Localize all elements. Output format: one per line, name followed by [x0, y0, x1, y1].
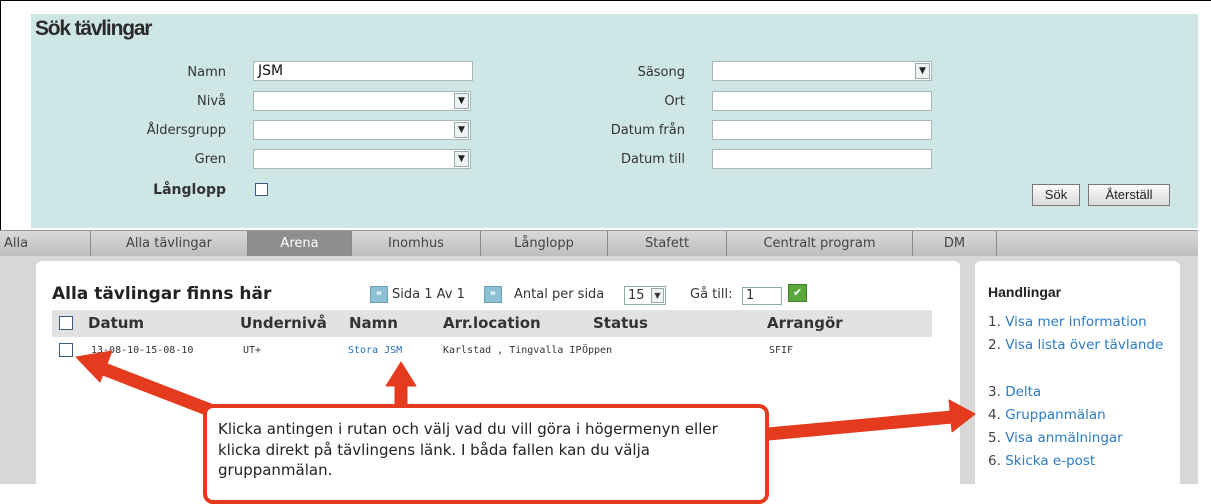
event-label: Gren [194, 152, 226, 167]
tab-dm[interactable]: DM [913, 231, 997, 257]
action-number: 3. [988, 384, 1001, 400]
tab-all[interactable]: Alla [0, 231, 91, 257]
tab-central-program[interactable]: Centralt program [727, 231, 913, 257]
per-page-value: 15 [628, 288, 645, 303]
action-item-participate[interactable]: 3. Delta [988, 382, 1041, 403]
cell-arrangör: SFIF [769, 345, 794, 356]
select-all-checkbox[interactable] [59, 316, 73, 330]
per-page-label: Antal per sida [514, 287, 605, 302]
action-item-more-info[interactable]: 1. Visa mer information [988, 312, 1147, 333]
action-link[interactable]: Delta [1005, 384, 1041, 400]
action-number: 1. [988, 314, 1001, 330]
action-item-participant-list[interactable]: 2. Visa lista över tävlande [988, 335, 1178, 356]
date-from-input[interactable] [712, 120, 932, 140]
age-group-select[interactable]: ▼ [253, 120, 471, 140]
tab-all-competitions[interactable]: Alla tävlingar [91, 231, 248, 257]
column-header-datum[interactable]: Datum [88, 314, 144, 332]
action-item-send-email[interactable]: 6. Skicka e-post [988, 451, 1095, 472]
chevron-down-icon: ▼ [454, 122, 469, 138]
tab-relay[interactable]: Stafett [608, 231, 727, 257]
page-title: Sök tävlingar [35, 17, 152, 40]
action-item-show-registrations[interactable]: 5. Visa anmälningar [988, 428, 1123, 449]
tab-indoor[interactable]: Inomhus [352, 231, 481, 257]
chevron-down-icon: ▼ [915, 63, 930, 79]
tab-bar: Alla Alla tävlingar Arena Inomhus Långlo… [0, 230, 1198, 257]
list-title: Alla tävlingar finns här [52, 284, 272, 304]
age-group-label: Åldersgrupp [146, 123, 226, 138]
column-header-status[interactable]: Status [593, 314, 648, 332]
name-label: Namn [187, 65, 226, 80]
goto-label: Gå till: [690, 287, 733, 302]
column-header-namn[interactable]: Namn [349, 314, 398, 332]
instruction-text: Klicka antingen i rutan och välj vad du … [218, 420, 718, 479]
long-distance-label: Långlopp [153, 182, 226, 198]
column-header-arrangör[interactable]: Arrangör [767, 314, 843, 332]
row-select-checkbox[interactable] [59, 343, 73, 357]
action-number: 2. [988, 337, 1001, 353]
long-distance-checkbox[interactable] [255, 183, 268, 196]
column-header-location[interactable]: Arr.location [443, 314, 541, 332]
level-select[interactable]: ▼ [253, 91, 471, 111]
table-header: Datum Undernivå Namn Arr.location Status… [52, 310, 932, 337]
action-link[interactable]: Gruppanmälan [1005, 407, 1106, 423]
action-link[interactable]: Visa anmälningar [1005, 430, 1123, 446]
date-from-label: Datum från [610, 123, 685, 138]
season-label: Säsong [637, 65, 685, 80]
action-item-group-registration[interactable]: 4. Gruppanmälan [988, 405, 1106, 426]
chevron-down-icon: ▼ [651, 288, 664, 303]
date-to-input[interactable] [712, 149, 932, 169]
cell-location: Karlstad , Tingvalla IP [443, 345, 582, 356]
goto-page-input[interactable]: 1 [742, 287, 782, 305]
level-label: Nivå [197, 94, 226, 109]
first-page-icon[interactable]: « [370, 286, 388, 303]
season-select[interactable]: ▼ [712, 61, 932, 81]
cell-status: Öppen [582, 345, 613, 356]
cell-undernivå: UT+ [243, 345, 262, 356]
name-input[interactable]: JSM [253, 61, 473, 81]
tab-arena[interactable]: Arena [248, 231, 352, 257]
chevron-down-icon: ▼ [454, 151, 469, 167]
competition-link[interactable]: Stora JSM [348, 345, 402, 356]
action-link[interactable]: Visa mer information [1005, 314, 1147, 330]
action-link[interactable]: Skicka e-post [1005, 453, 1095, 469]
city-input[interactable] [712, 91, 932, 111]
action-number: 5. [988, 430, 1001, 446]
event-select[interactable]: ▼ [253, 149, 471, 169]
action-link[interactable]: Visa lista över tävlande [1005, 337, 1163, 353]
date-to-label: Datum till [620, 152, 685, 167]
per-page-select[interactable]: 15 ▼ [624, 286, 666, 305]
column-header-undernivå[interactable]: Undernivå [240, 314, 327, 332]
chevron-down-icon: ▼ [454, 93, 469, 109]
cell-datum: 13-08-10-15-08-10 [91, 345, 194, 356]
city-label: Ort [664, 94, 685, 109]
search-button[interactable]: Sök [1032, 184, 1080, 206]
page-indicator: Sida 1 Av 1 [392, 287, 465, 302]
tab-long-distance[interactable]: Långlopp [481, 231, 608, 257]
action-number: 6. [988, 453, 1001, 469]
action-number: 4. [988, 407, 1001, 423]
actions-title: Handlingar [988, 284, 1062, 300]
reset-button[interactable]: Återställ [1088, 184, 1170, 206]
last-page-icon[interactable]: » [484, 286, 502, 303]
go-checkmark-icon[interactable]: ✔ [788, 284, 807, 302]
